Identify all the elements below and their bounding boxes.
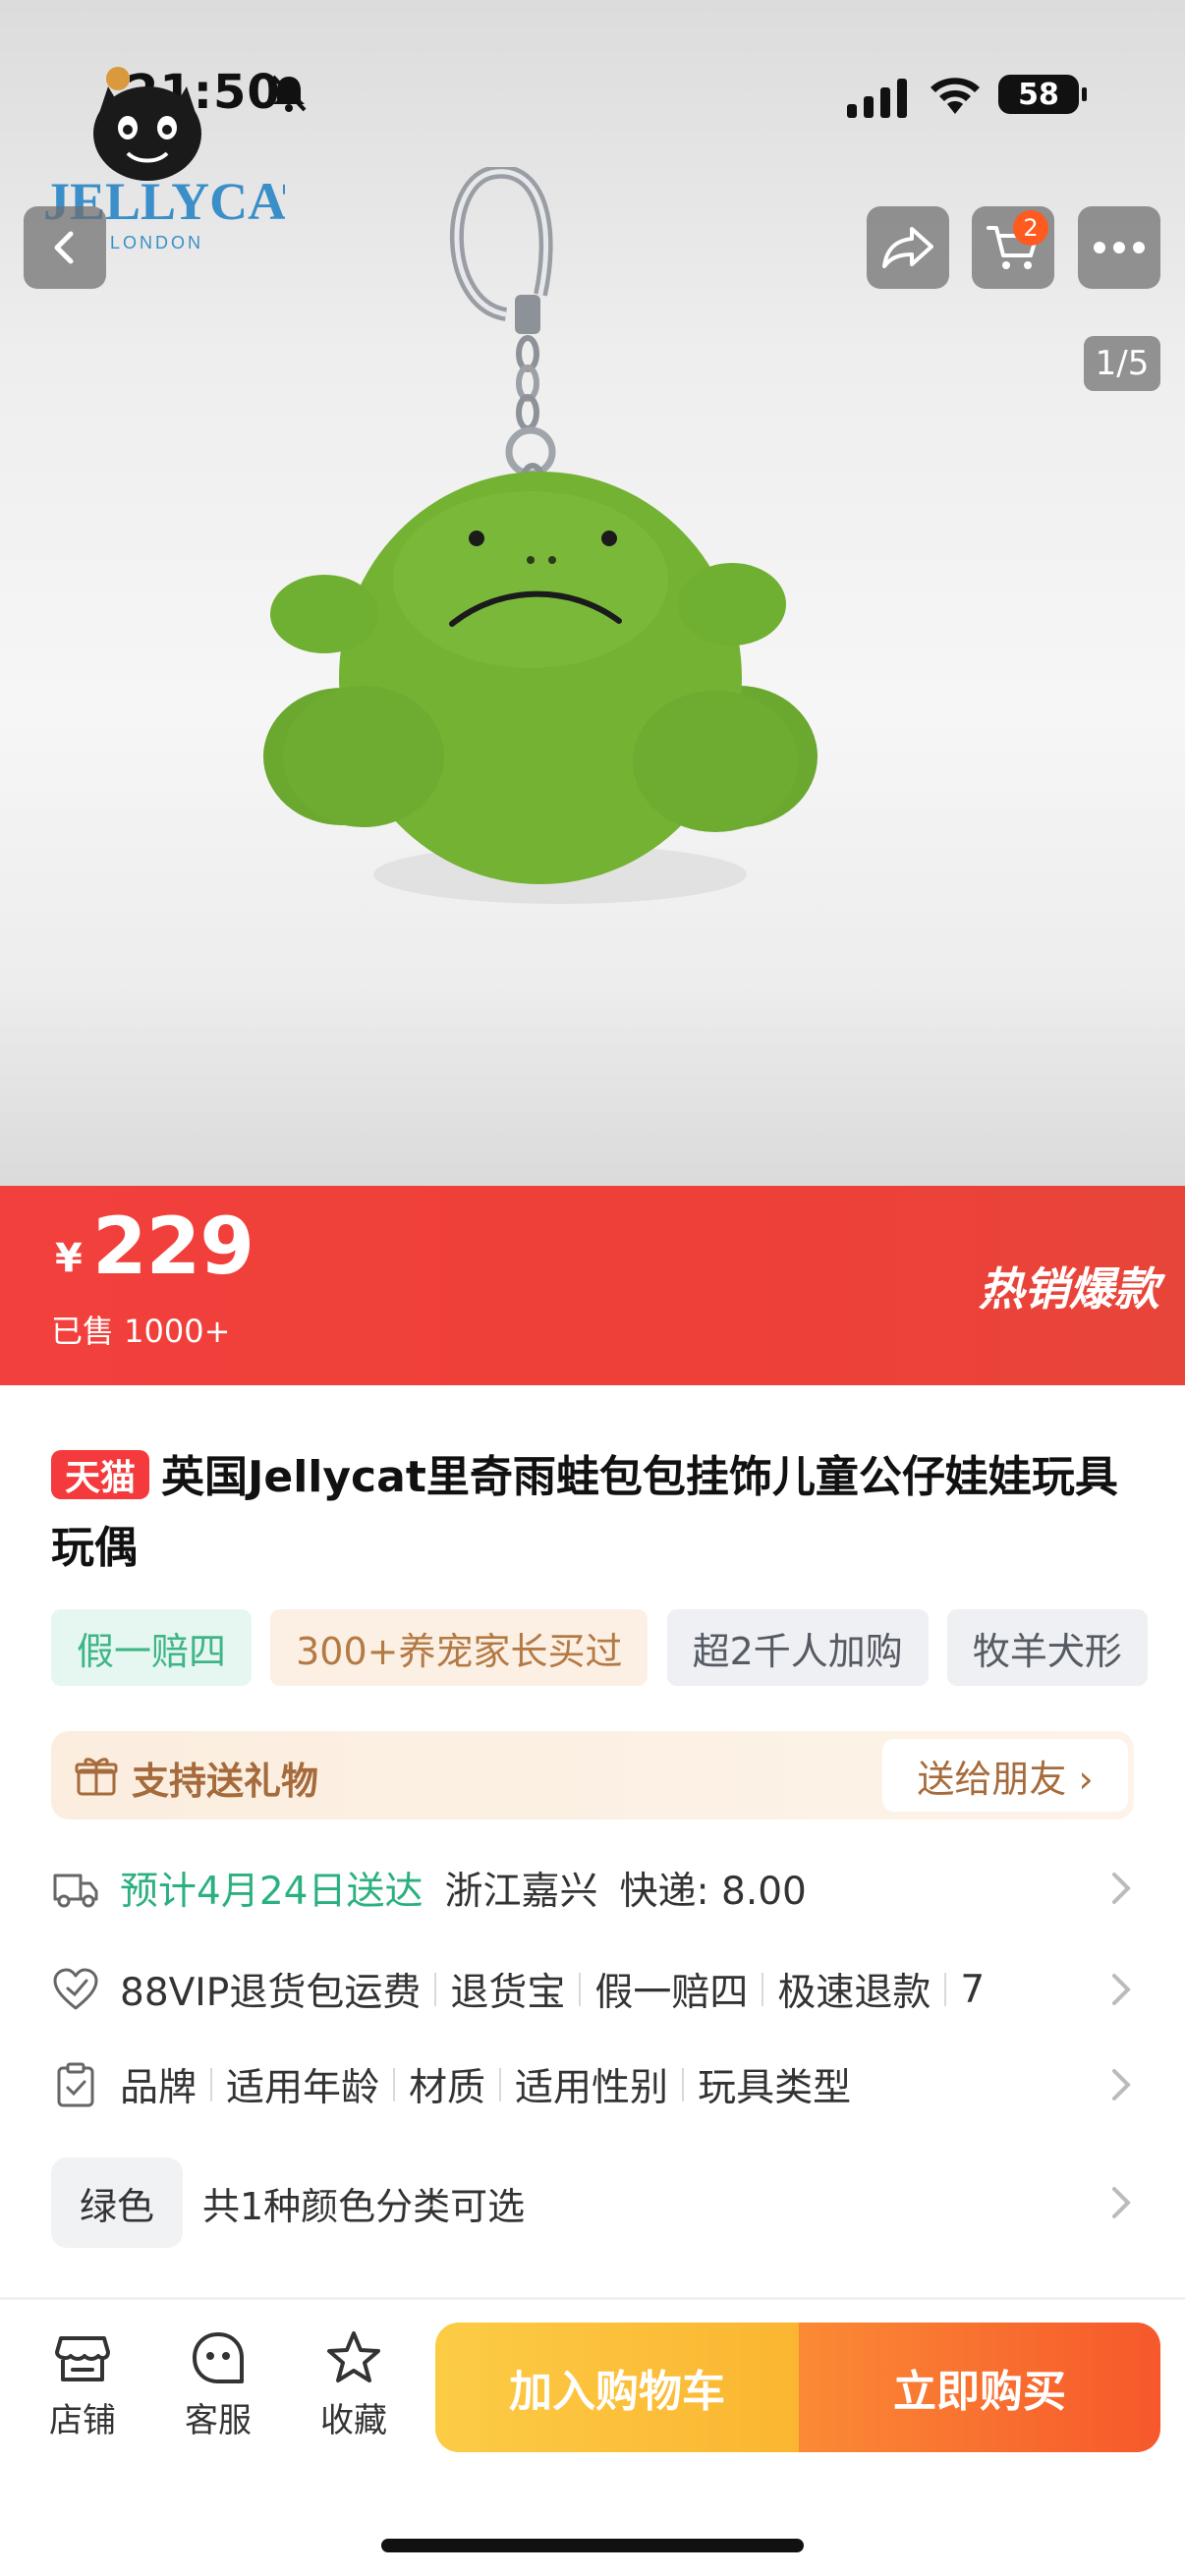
param-toy-type: 玩具类型 bbox=[698, 2066, 852, 2110]
param-age: 适用年龄 bbox=[226, 2066, 380, 2110]
divider bbox=[434, 1973, 437, 2006]
chevron-right-icon bbox=[1112, 1873, 1131, 1904]
tag-shepherd-shape[interactable]: 牧羊犬形 bbox=[946, 1609, 1148, 1686]
back-button[interactable] bbox=[24, 206, 106, 289]
cart-count-badge: 2 bbox=[1013, 210, 1048, 246]
currency-symbol: ¥ bbox=[55, 1236, 83, 1281]
divider bbox=[579, 1973, 582, 2006]
chevron-right-icon bbox=[1112, 2187, 1131, 2218]
gift-icon bbox=[75, 1758, 118, 1796]
chevron-left-icon bbox=[54, 231, 74, 264]
battery-indicator: 58 bbox=[998, 75, 1087, 114]
color-count-text: 共1种颜色分类可选 bbox=[202, 2184, 526, 2228]
share-button[interactable] bbox=[867, 206, 949, 289]
cart-button[interactable]: 2 bbox=[972, 206, 1054, 289]
service-fast-refund: 极速退款 bbox=[777, 1971, 931, 2015]
favorite-tab[interactable]: 收藏 bbox=[295, 2328, 413, 2440]
param-material: 材质 bbox=[409, 2066, 486, 2110]
cellular-signal-icon bbox=[847, 79, 907, 118]
buy-now-button[interactable]: 立即购买 bbox=[799, 2323, 1160, 2452]
tag-pet-parents-bought[interactable]: 300+养宠家长买过 bbox=[270, 1609, 649, 1686]
chevron-right-icon bbox=[1075, 1970, 1134, 2009]
svg-text:LONDON: LONDON bbox=[110, 233, 203, 252]
store-tab[interactable]: 店铺 bbox=[24, 2328, 141, 2440]
heart-shield-icon bbox=[53, 1968, 98, 2010]
tag-added-to-cart[interactable]: 超2千人加购 bbox=[666, 1609, 929, 1686]
home-indicator[interactable] bbox=[381, 2539, 804, 2552]
more-options-button[interactable] bbox=[1078, 206, 1160, 289]
color-chip-green[interactable]: 绿色 bbox=[51, 2157, 183, 2248]
color-variant-row[interactable]: 绿色 共1种颜色分类可选 bbox=[51, 2157, 1134, 2248]
send-to-friend-button[interactable]: 送给朋友 › bbox=[882, 1739, 1128, 1812]
gift-label: 支持送礼物 bbox=[132, 1760, 319, 1803]
more-dots-icon bbox=[1094, 242, 1145, 253]
product-title: 英国Jellycat里奇雨蛙包包挂饰儿童公仔娃娃玩具玩偶 bbox=[51, 1452, 1118, 1573]
service-return-insurance: 退货宝 bbox=[450, 1971, 566, 2015]
customer-service-label: 客服 bbox=[185, 2401, 252, 2440]
product-params-row[interactable]: 品牌 适用年龄 材质 适用性别 玩具类型 bbox=[51, 2050, 1134, 2119]
param-gender: 适用性别 bbox=[515, 2066, 669, 2110]
store-label: 店铺 bbox=[49, 2401, 116, 2440]
divider bbox=[944, 1973, 947, 2006]
service-88vip: 88VIP退货包运费 bbox=[120, 1971, 422, 2015]
service-authentic: 假一赔四 bbox=[594, 1971, 749, 2015]
delivery-origin: 浙江嘉兴 bbox=[444, 1870, 598, 1914]
divider bbox=[682, 2068, 685, 2101]
customer-service-tab[interactable]: 客服 bbox=[159, 2328, 277, 2440]
store-icon bbox=[55, 2336, 110, 2381]
chevron-right-icon bbox=[1112, 2069, 1131, 2100]
image-page-indicator: 1/5 bbox=[1084, 336, 1160, 391]
delivery-eta: 预计4月24日送达 bbox=[120, 1870, 423, 1914]
favorite-label: 收藏 bbox=[320, 2401, 387, 2440]
divider bbox=[499, 2068, 502, 2101]
customer-service-icon bbox=[193, 2332, 244, 2383]
service-more: 7 bbox=[960, 1967, 986, 2012]
delivery-truck-icon bbox=[53, 1874, 98, 1908]
divider bbox=[393, 2068, 396, 2101]
product-image-gallery[interactable]: 21:50 58 JELLYCAT LONDON bbox=[0, 0, 1185, 1186]
delivery-row[interactable]: 预计4月24日送达 浙江嘉兴 快递: 8.00 bbox=[51, 1854, 1134, 1923]
param-brand: 品牌 bbox=[120, 2066, 198, 2110]
shipping-fee: 快递: 8.00 bbox=[619, 1870, 807, 1914]
clipboard-icon bbox=[57, 2062, 94, 2107]
product-image-frog-keychain bbox=[263, 167, 818, 904]
star-icon bbox=[327, 2331, 380, 2382]
divider bbox=[762, 1973, 764, 2006]
share-icon bbox=[882, 227, 933, 268]
service-guarantee-row[interactable]: 88VIP退货包运费 退货宝 假一赔四 极速退款 7 bbox=[51, 1955, 1134, 2024]
add-to-cart-button[interactable]: 加入购物车 bbox=[435, 2323, 799, 2452]
product-tags[interactable]: 假一赔四 300+养宠家长买过 超2千人加购 牧羊犬形 bbox=[51, 1609, 1185, 1686]
sold-count: 已售 1000+ bbox=[51, 1313, 231, 1350]
hot-sale-tag: 热销爆款 bbox=[979, 1262, 1159, 1316]
wifi-icon bbox=[931, 78, 980, 114]
divider bbox=[210, 2068, 213, 2101]
bottom-bar-divider bbox=[0, 2297, 1185, 2300]
tag-authentic-guarantee[interactable]: 假一赔四 bbox=[51, 1609, 253, 1686]
tmall-badge: 天猫 bbox=[51, 1450, 149, 1499]
product-price: 229 bbox=[92, 1201, 254, 1292]
gift-support-bar[interactable]: 支持送礼物 送给朋友 › bbox=[51, 1731, 1134, 1820]
